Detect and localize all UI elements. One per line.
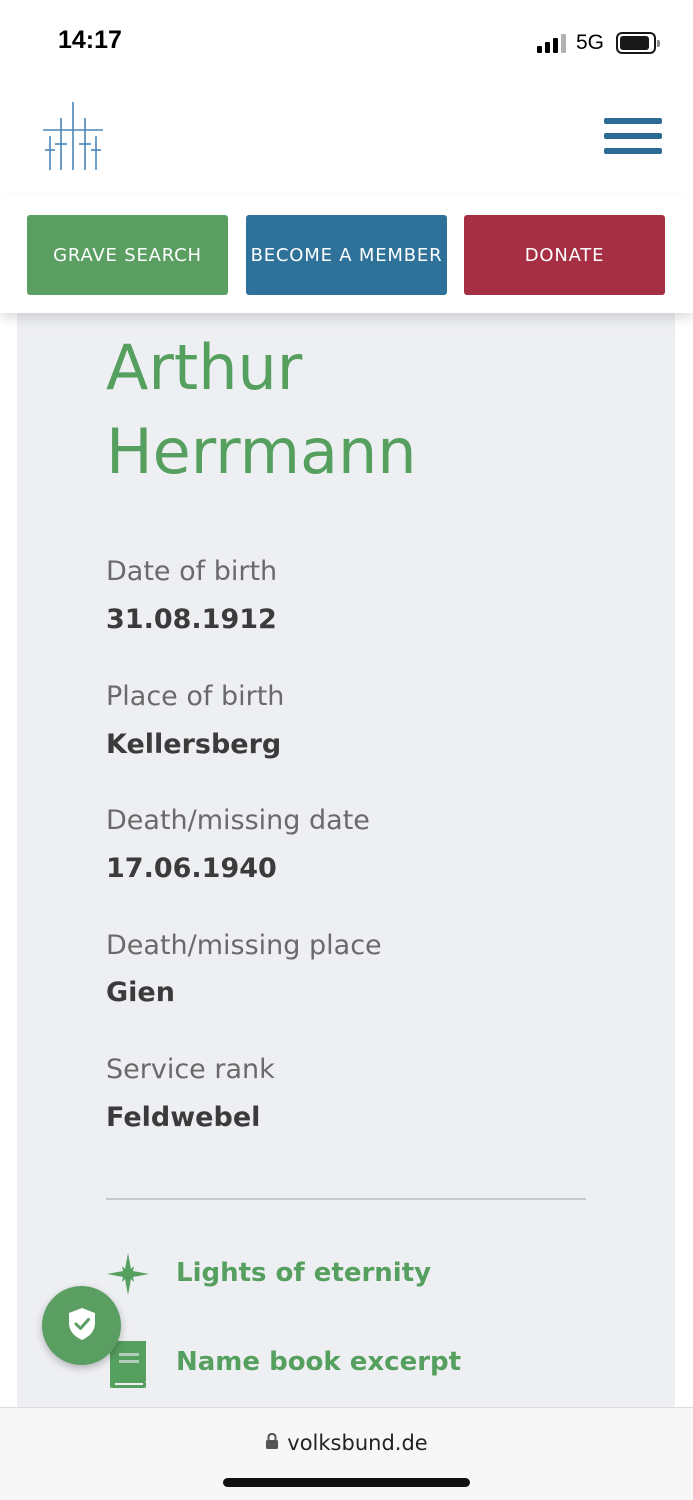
crosses-logo-icon[interactable] bbox=[40, 100, 106, 172]
hamburger-menu-icon[interactable] bbox=[604, 118, 662, 156]
place-of-birth-label: Place of birth bbox=[106, 681, 285, 712]
lights-of-eternity-link[interactable]: Lights of eternity bbox=[106, 1249, 506, 1299]
cta-bar: GRAVE SEARCH BECOME A MEMBER DONATE bbox=[0, 195, 693, 313]
place-of-birth-value: Kellersberg bbox=[106, 729, 282, 760]
name-book-excerpt-link[interactable]: Name book excerpt bbox=[106, 1338, 506, 1388]
signal-icon bbox=[537, 33, 567, 53]
status-bar: 14:17 5G bbox=[0, 0, 693, 90]
date-of-birth-value: 31.08.1912 bbox=[106, 604, 277, 635]
first-name: Arthur bbox=[106, 331, 303, 404]
home-indicator[interactable] bbox=[223, 1478, 470, 1487]
network-type: 5G bbox=[576, 31, 605, 54]
battery-icon bbox=[616, 32, 660, 54]
last-name: Herrmann bbox=[106, 415, 417, 488]
divider bbox=[106, 1198, 586, 1200]
site-header bbox=[0, 90, 693, 194]
status-time: 14:17 bbox=[58, 26, 122, 54]
shield-check-icon bbox=[67, 1307, 97, 1345]
service-rank-label: Service rank bbox=[106, 1054, 275, 1085]
death-place-label: Death/missing place bbox=[106, 930, 382, 961]
privacy-settings-button[interactable] bbox=[42, 1286, 121, 1365]
service-rank-value: Feldwebel bbox=[106, 1102, 261, 1133]
date-of-birth-label: Date of birth bbox=[106, 556, 278, 587]
browser-address-bar: volksbund.de bbox=[0, 1407, 693, 1500]
donate-button[interactable]: DONATE bbox=[464, 215, 665, 295]
death-place-value: Gien bbox=[106, 977, 175, 1008]
lights-of-eternity-label: Lights of eternity bbox=[176, 1258, 432, 1288]
sparkle-star-icon bbox=[106, 1252, 150, 1296]
death-date-value: 17.06.1940 bbox=[106, 853, 277, 884]
person-name: Arthur Herrmann bbox=[106, 326, 417, 494]
death-date-label: Death/missing date bbox=[106, 805, 370, 836]
grave-search-button[interactable]: GRAVE SEARCH bbox=[27, 215, 228, 295]
become-member-button[interactable]: BECOME A MEMBER bbox=[246, 215, 447, 295]
url-text: volksbund.de bbox=[287, 1431, 428, 1455]
url-field[interactable]: volksbund.de bbox=[0, 1428, 693, 1458]
lock-icon bbox=[265, 1432, 279, 1454]
name-book-excerpt-label: Name book excerpt bbox=[176, 1347, 462, 1377]
